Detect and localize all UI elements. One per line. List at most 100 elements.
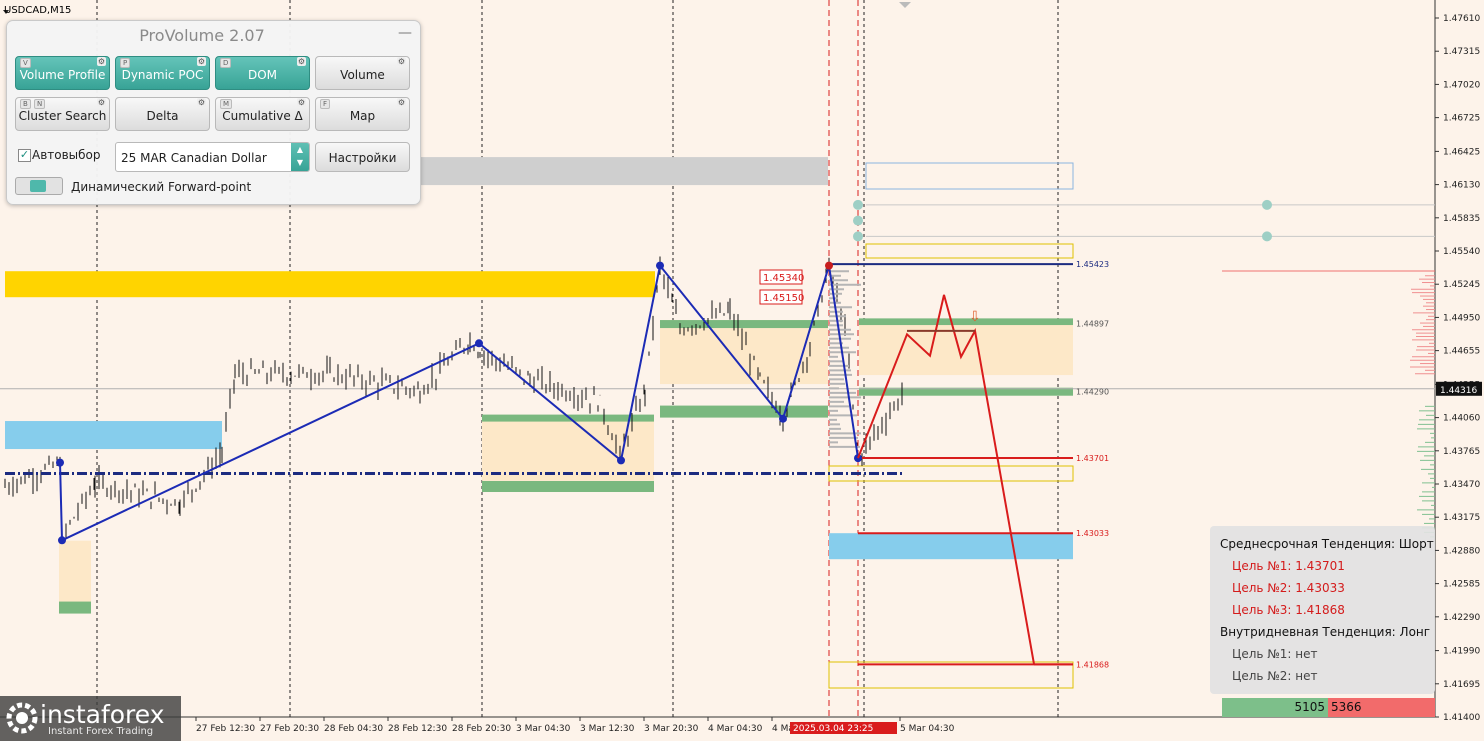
projection-box	[865, 162, 1074, 190]
level-label: 1.43033	[1076, 529, 1109, 538]
zigzag-point	[617, 456, 625, 465]
map-button[interactable]: F ⚙ Map	[315, 97, 410, 131]
zigzag-point	[56, 458, 64, 467]
forward-point-toggle[interactable]	[15, 177, 63, 195]
resistance-zone	[5, 271, 655, 298]
y-tick-label: 1.43175	[1443, 513, 1480, 523]
instrument-select[interactable]: 25 MAR Canadian Dollar ▲ ▼	[115, 142, 310, 172]
zigzag-point	[825, 261, 833, 270]
x-tick-label: 27 Feb 20:30	[260, 724, 319, 734]
gear-icon[interactable]: ⚙	[396, 57, 406, 66]
level-label: 1.43701	[1076, 454, 1109, 463]
shift-marker-icon	[899, 2, 911, 8]
delta-button[interactable]: ⚙ Delta	[115, 97, 210, 131]
reference-dot	[853, 199, 863, 210]
panel-title: ProVolume 2.07	[139, 26, 265, 45]
support-zone	[660, 320, 828, 329]
zigzag-line	[59, 263, 859, 542]
y-tick-label: 1.42880	[1443, 546, 1480, 556]
minimize-button[interactable]: —	[398, 25, 412, 41]
intraday-target-2: Цель №2: нет	[1232, 669, 1318, 683]
y-tick-label: 1.45245	[1443, 280, 1480, 290]
y-tick-label: 1.46725	[1443, 114, 1480, 124]
support-zone	[660, 405, 828, 418]
y-tick-label: 1.45835	[1443, 214, 1480, 224]
x-tick-label: 5 Mar 04:30	[900, 724, 955, 734]
intraday-trend-label: Внутридневная Тенденция: Лонг	[1220, 625, 1431, 639]
y-tick-label: 1.44060	[1443, 414, 1480, 424]
y-tick-label: 1.46425	[1443, 147, 1480, 157]
symbol-label: USDCAD,M15	[4, 5, 72, 16]
value-area	[59, 540, 91, 611]
y-tick-label: 1.47020	[1443, 80, 1480, 90]
x-tick-label: 28 Feb 04:30	[324, 724, 383, 734]
target-zone	[829, 533, 1073, 560]
y-tick-label: 1.43470	[1443, 480, 1480, 490]
autoselect-label: Автовыбор	[32, 148, 101, 162]
level-label: 1.45423	[1076, 260, 1109, 269]
y-tick-label: 1.47315	[1443, 47, 1480, 57]
current-price-label: 1.44316	[1440, 386, 1477, 396]
y-tick-label: 1.41695	[1443, 680, 1480, 690]
value-area	[482, 420, 654, 481]
mid-trend-label: Среднесрочная Тенденция: Шорт	[1220, 537, 1434, 551]
support-zone	[482, 481, 654, 493]
y-tick-label: 1.44655	[1443, 347, 1480, 357]
price-flag-label: 1.45340	[763, 273, 804, 284]
x-tick-label: 27 Feb 12:30	[196, 724, 255, 734]
gear-icon[interactable]: ⚙	[396, 98, 406, 107]
y-tick-label: 1.44950	[1443, 313, 1480, 323]
reference-dot	[1262, 231, 1272, 242]
gear-icon[interactable]: ⚙	[96, 57, 106, 66]
x-tick-label: 3 Mar 04:30	[516, 724, 571, 734]
gear-icon[interactable]: ⚙	[96, 98, 106, 107]
gear-icon[interactable]: ⚙	[296, 98, 306, 107]
y-tick-label: 1.43765	[1443, 447, 1480, 457]
blue-zone	[5, 421, 222, 450]
support-zone	[59, 601, 91, 614]
gear-icon[interactable]: ⚙	[196, 98, 206, 107]
projection-box	[828, 661, 1074, 689]
y-tick-label: 1.42290	[1443, 613, 1480, 623]
reference-dot	[853, 215, 863, 226]
cumulative-delta-button[interactable]: M ⚙ Cumulative Δ	[215, 97, 310, 131]
dynamic-poc-button[interactable]: P ⚙ Dynamic POC	[115, 56, 210, 90]
price-flag-label: 1.45150	[763, 293, 804, 304]
zigzag-point	[656, 261, 664, 270]
zigzag-point	[58, 536, 66, 545]
level-label: 1.44290	[1076, 388, 1109, 397]
volume-profile-button[interactable]: V ⚙ Volume Profile	[15, 56, 110, 90]
y-tick-label: 1.42585	[1443, 580, 1480, 590]
settings-button[interactable]: Настройки	[315, 142, 410, 172]
zigzag-point	[779, 414, 787, 423]
zigzag-point	[475, 339, 483, 348]
instaforex-logo: instaforex Instant Forex Trading	[0, 696, 181, 741]
gray-zone	[420, 157, 828, 186]
x-tick-label: 3 Mar 12:30	[580, 724, 635, 734]
x-tick-label: 4 Mar 04:30	[708, 724, 763, 734]
cluster-search-button[interactable]: B N ⚙ Cluster Search	[15, 97, 110, 131]
reference-dot	[853, 231, 863, 242]
gear-icon[interactable]: ⚙	[196, 57, 206, 66]
level-label: 1.41868	[1076, 660, 1109, 669]
value-area	[859, 325, 1073, 376]
volume-button[interactable]: ⚙ Volume	[315, 56, 410, 90]
provolume-panel[interactable]: ProVolume 2.07 — V ⚙ Volume Profile P ⚙ Dy…	[6, 20, 421, 205]
level-label: 1.44897	[1076, 319, 1109, 328]
buy-volume: 5105	[1222, 698, 1328, 717]
down-arrow-icon: ⇩	[969, 309, 981, 325]
target-3: Цель №3: 1.41868	[1232, 603, 1345, 617]
dom-button[interactable]: D ⚙ DOM	[215, 56, 310, 90]
x-tick-label: 3 Mar 20:30	[644, 724, 699, 734]
x-tick-label: 28 Feb 12:30	[388, 724, 447, 734]
y-tick-label: 1.46130	[1443, 181, 1480, 191]
spinner-icon[interactable]: ▲ ▼	[291, 143, 309, 171]
volume-balance-bar: 5105 5366	[1222, 698, 1435, 717]
forward-point-label: Динамический Forward-point	[71, 180, 252, 194]
y-tick-label: 1.41400	[1443, 713, 1480, 723]
target-1: Цель №1: 1.43701	[1232, 559, 1345, 573]
autoselect-checkbox[interactable]: ✓	[18, 149, 31, 162]
current-time-label: 2025.03.04 23:25	[793, 724, 873, 734]
gear-icon[interactable]: ⚙	[296, 57, 306, 66]
trend-info-box: Среднесрочная Тенденция: Шорт Цель №1: 1…	[1210, 526, 1435, 694]
